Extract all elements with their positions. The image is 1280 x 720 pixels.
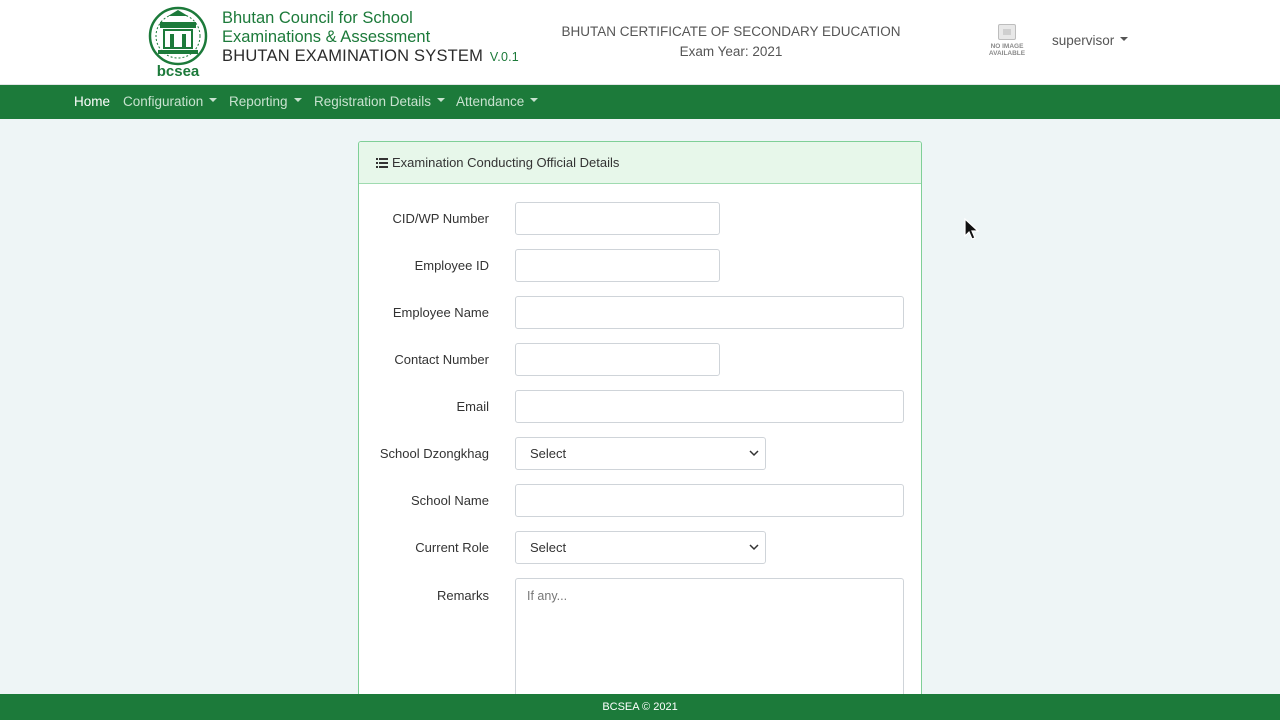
contact-number-label: Contact Number	[394, 352, 489, 367]
current-role-selected-value: Select	[530, 540, 567, 555]
email-input[interactable]	[515, 390, 904, 423]
contact-number-input[interactable]	[515, 343, 720, 376]
app-footer: BCSEA © 2021	[0, 694, 1280, 720]
nav-registration-details-label: Registration Details	[314, 94, 432, 109]
main-navbar: Home Configuration Reporting Registratio…	[0, 85, 1280, 119]
svg-text:bcsea: bcsea	[157, 63, 200, 78]
exam-info: BHUTAN CERTIFICATE OF SECONDARY EDUCATIO…	[560, 22, 902, 62]
system-title: BHUTAN EXAMINATION SYSTEM V.0.1	[222, 47, 519, 67]
app-header: bcsea Bhutan Council for School Examinat…	[0, 0, 1280, 85]
avatar-text-2: AVAILABLE	[988, 50, 1026, 57]
user-avatar[interactable]: NO IMAGE AVAILABLE	[986, 24, 1028, 64]
remarks-textarea[interactable]: If any...	[515, 578, 904, 700]
caret-down-icon	[530, 98, 539, 103]
user-menu-toggle[interactable]: supervisor	[1052, 33, 1129, 48]
footer-text: BCSEA © 2021	[602, 701, 678, 713]
nav-reporting-label: Reporting	[229, 94, 288, 109]
cid-input[interactable]	[515, 202, 720, 235]
employee-id-input[interactable]	[515, 249, 720, 282]
bcsea-logo[interactable]: bcsea	[146, 6, 210, 80]
nav-configuration[interactable]: Configuration	[123, 94, 218, 109]
nav-reporting[interactable]: Reporting	[229, 94, 302, 109]
school-name-label: School Name	[410, 493, 489, 508]
username-label: supervisor	[1052, 33, 1115, 48]
avatar-text-1: NO IMAGE	[990, 43, 1024, 50]
organization-block: Bhutan Council for School Examinations &…	[222, 9, 519, 67]
org-name-line2: Examinations & Assessment	[222, 28, 431, 46]
remarks-label: Remarks	[436, 588, 489, 603]
nav-configuration-label: Configuration	[123, 94, 204, 109]
mouse-cursor-icon	[964, 218, 980, 240]
caret-down-icon	[437, 98, 446, 103]
system-name: BHUTAN EXAMINATION SYSTEM	[222, 47, 484, 65]
employee-name-label: Employee Name	[392, 305, 489, 320]
school-name-input[interactable]	[515, 484, 904, 517]
chevron-down-icon	[749, 544, 759, 551]
nav-attendance[interactable]: Attendance	[456, 94, 539, 109]
dzongkhag-label: School Dzongkhag	[379, 446, 489, 461]
employee-id-label: Employee ID	[414, 258, 489, 273]
image-placeholder-icon	[998, 24, 1016, 40]
email-label: Email	[456, 399, 489, 414]
dzongkhag-selected-value: Select	[530, 446, 567, 461]
card-header: Examination Conducting Official Details	[359, 142, 921, 184]
card-title: Examination Conducting Official Details	[392, 155, 620, 170]
caret-down-icon	[1120, 37, 1129, 42]
caret-down-icon	[209, 98, 218, 103]
certificate-title: BHUTAN CERTIFICATE OF SECONDARY EDUCATIO…	[561, 24, 901, 39]
current-role-label: Current Role	[415, 540, 489, 555]
employee-name-input[interactable]	[515, 296, 904, 329]
dzongkhag-select[interactable]: Select	[515, 437, 766, 470]
version-label: V.0.1	[489, 50, 519, 64]
exam-year: Exam Year: 2021	[679, 44, 783, 59]
nav-home[interactable]: Home	[74, 94, 110, 109]
cid-label: CID/WP Number	[392, 211, 489, 226]
nav-registration-details[interactable]: Registration Details	[314, 94, 446, 109]
list-icon	[376, 158, 388, 168]
caret-down-icon	[293, 98, 302, 103]
chevron-down-icon	[749, 450, 759, 457]
nav-home-label: Home	[74, 94, 111, 109]
nav-attendance-label: Attendance	[456, 94, 525, 109]
official-details-card: Examination Conducting Official Details …	[358, 141, 922, 701]
current-role-select[interactable]: Select	[515, 531, 766, 564]
org-name-line1: Bhutan Council for School	[222, 9, 413, 27]
